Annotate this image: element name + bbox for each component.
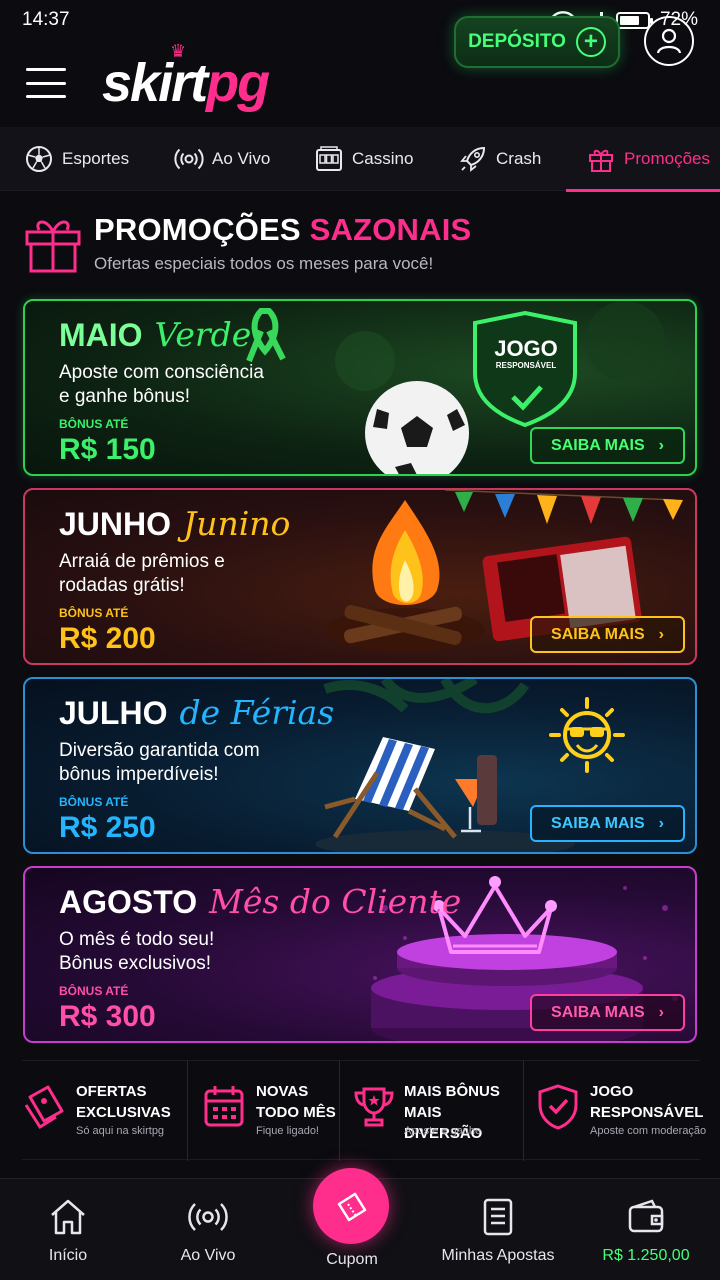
coupon-icon [337, 1192, 367, 1222]
plus-icon: + [575, 27, 606, 57]
slot-machine-icon [316, 145, 342, 171]
nav-ao-vivo[interactable]: Ao Vivo [160, 1179, 256, 1280]
document-icon [483, 1198, 513, 1236]
section-subtitle: Ofertas especiais todos os meses para vo… [94, 254, 434, 273]
bonus-label: BÔNUS ATÉ [59, 417, 129, 431]
skirtpg-logo[interactable]: ♛ skirtpg [102, 42, 270, 110]
feature-novas-todo-mes: NOVAS TODO MÊS Fique ligado! [188, 1061, 340, 1161]
category-tabs: Esportes Ao Vivo Cassino Crash Promoções [0, 127, 720, 192]
promo-card-julho[interactable]: JULHO de Férias Diversão garantida com bôn… [23, 677, 697, 854]
cupom-button[interactable] [313, 1168, 389, 1244]
promo-title: JUNHO Junino [59, 504, 291, 543]
deposit-button[interactable]: DEPÓSITO + [454, 16, 620, 68]
ticket-icon [24, 1085, 64, 1130]
trophy-icon [354, 1087, 394, 1127]
live-broadcast-icon [188, 1203, 228, 1231]
bonus-value: R$ 150 [59, 433, 156, 466]
features-strip: OFERTAS EXCLUSIVAS Só aqui na skirtpg NOV… [22, 1060, 706, 1161]
bonus-label: BÔNUS ATÉ [59, 795, 129, 809]
saiba-mais-button[interactable]: SAIBA MAIS › [530, 427, 685, 464]
feature-mais-bonus: MAIS BÔNUS MAIS DIVERSÃO Aposte e ganhe [340, 1061, 524, 1161]
tab-cassino[interactable]: Cassino [314, 127, 413, 191]
promo-title: JULHO de Férias [59, 693, 335, 732]
saiba-mais-button[interactable]: SAIBA MAIS › [530, 805, 685, 842]
gift-icon [589, 149, 613, 172]
bonus-value: R$ 300 [59, 1000, 156, 1033]
chevron-right-icon: › [658, 814, 664, 832]
calendar-icon [204, 1086, 244, 1127]
bonus-label: BÔNUS ATÉ [59, 984, 129, 998]
promo-description: Arraiá de prêmios e rodadas grátis! [59, 551, 225, 596]
chevron-right-icon: › [658, 625, 664, 643]
wallet-icon [628, 1199, 664, 1233]
bonus-value: R$ 200 [59, 622, 156, 655]
bonus-label: BÔNUS ATÉ [59, 606, 129, 620]
bonus-value: R$ 250 [59, 811, 156, 844]
promo-card-junho[interactable]: JUNHO Junino Arraiá de prêmios e rodadas g… [23, 488, 697, 665]
promo-card-agosto[interactable]: AGOSTO Mês do Cliente O mês é todo seu! Bô… [23, 866, 697, 1043]
tab-ao-vivo[interactable]: Ao Vivo [174, 127, 270, 191]
tab-esportes[interactable]: Esportes [24, 127, 129, 191]
responsible-gaming-badge: JOGO RESPONSÁVEL [494, 336, 558, 371]
crown-icon: ♛ [170, 41, 186, 61]
user-account-button[interactable] [644, 16, 694, 66]
menu-icon[interactable] [26, 68, 66, 98]
promo-description: O mês é todo seu! Bônus exclusivos! [59, 929, 215, 974]
section-header: PROMOÇÕES SAZONAIS Ofertas especiais tod… [24, 208, 704, 278]
chevron-right-icon: › [658, 436, 664, 454]
status-time: 14:37 [22, 9, 70, 30]
promo-card-maio[interactable]: MAIO Verde JOGO RESPONSÁVEL Aposte com co… [23, 299, 697, 476]
gift-icon [25, 220, 81, 273]
soccer-ball-icon [26, 145, 52, 172]
chevron-right-icon: › [658, 1003, 664, 1021]
section-title: PROMOÇÕES SAZONAIS [94, 212, 472, 247]
nav-inicio[interactable]: Início [20, 1179, 116, 1280]
feature-jogo-responsavel: JOGO RESPONSÁVEL Aposte com moderação [524, 1061, 706, 1161]
home-icon [51, 1199, 85, 1235]
feature-ofertas-exclusivas: OFERTAS EXCLUSIVAS Só aqui na skirtpg [22, 1061, 188, 1161]
live-broadcast-icon [174, 148, 204, 169]
tab-crash[interactable]: Crash [458, 127, 541, 191]
tab-promocoes[interactable]: Promoções [566, 127, 720, 192]
shield-check-icon [538, 1084, 578, 1130]
nav-minhas-apostas[interactable]: Minhas Apostas [436, 1179, 560, 1280]
battery-icon [615, 11, 653, 29]
saiba-mais-button[interactable]: SAIBA MAIS › [530, 616, 685, 653]
rocket-icon [460, 146, 486, 172]
promo-description: Diversão garantida com bônus imperdíveis! [59, 740, 260, 785]
user-icon [656, 28, 682, 54]
promo-description: Aposte com consciência e ganhe bônus! [59, 362, 264, 407]
saiba-mais-button[interactable]: SAIBA MAIS › [530, 994, 685, 1031]
promo-title: AGOSTO Mês do Cliente [59, 882, 462, 921]
promo-title: MAIO Verde [59, 315, 252, 354]
nav-wallet[interactable]: R$ 1.250,00 [592, 1179, 700, 1280]
